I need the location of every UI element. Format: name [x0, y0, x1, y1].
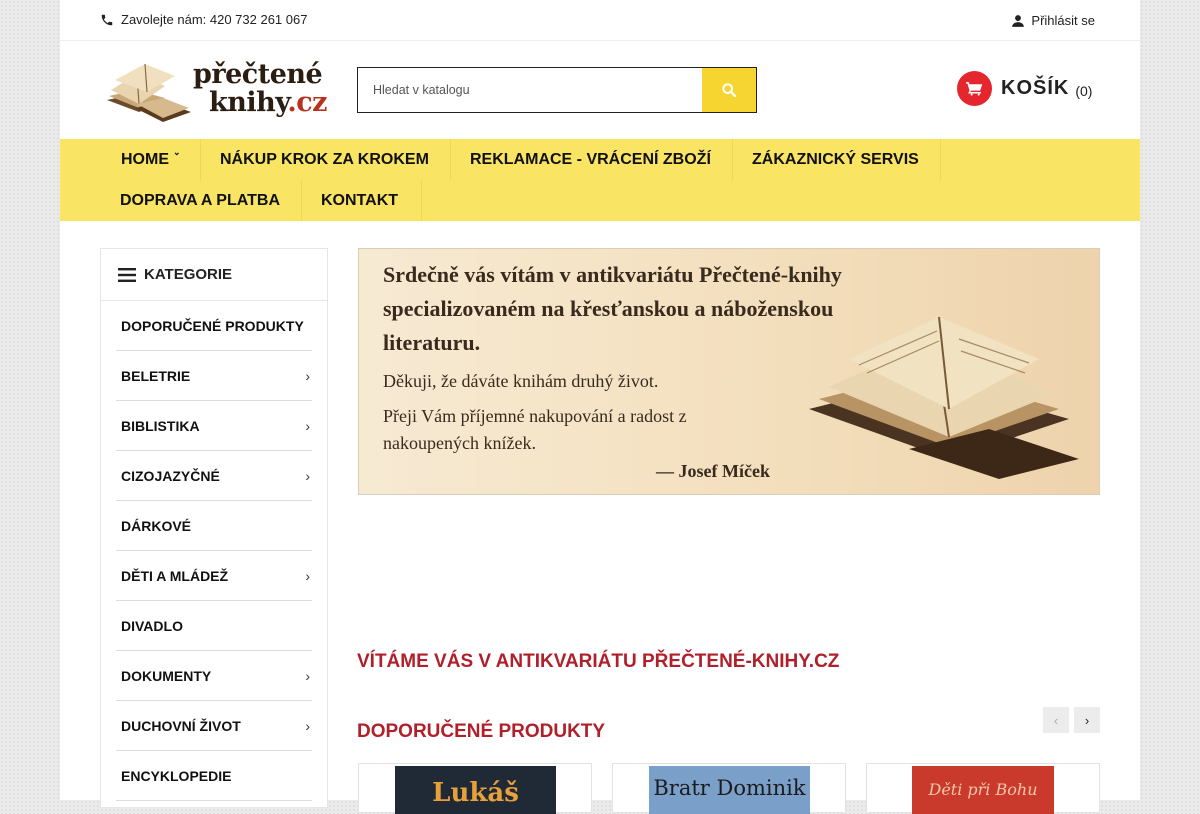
sidebar-category-label: BELETRIE — [121, 367, 191, 384]
chevron-right-icon: › — [305, 667, 310, 684]
menu-icon — [118, 267, 136, 282]
nav-label-home: HOME — [121, 151, 169, 168]
chevron-right-icon: › — [1084, 712, 1090, 728]
login-link[interactable]: Přihlásit se — [1011, 13, 1095, 28]
chevron-right-icon: › — [305, 467, 310, 484]
user-icon — [1012, 14, 1025, 27]
sidebar-category-label: DĚTI A MLÁDEŽ — [121, 567, 229, 584]
sidebar-category-item[interactable]: DĚTI A MLÁDEŽ › — [116, 551, 312, 601]
logo-word-2: knihy.cz — [209, 87, 328, 118]
recommended-heading: DOPORUČENÉ PRODUKTY — [357, 721, 606, 742]
nav-item-customer-service[interactable]: ZÁKAZNICKÝ SERVIS — [752, 139, 919, 180]
chevron-down-icon: ⌄ — [173, 147, 181, 157]
nav-item-contact[interactable]: KONTAKT — [321, 180, 398, 221]
welcome-heading: VÍTÁME VÁS V ANTIKVARIÁTU PŘEČTENÉ-KNIHY… — [357, 651, 840, 672]
welcome-banner[interactable]: Srdečně vás vítám v antikvariátu Přečten… — [358, 248, 1100, 495]
product-cover-title: Lukáš — [432, 778, 519, 808]
phone-label: Zavolejte nám: 420 732 261 067 — [121, 12, 308, 27]
nav-divider — [200, 139, 201, 180]
sidebar-category-item[interactable]: BIBLISTIKA › — [116, 401, 312, 451]
banner-line-5: Přeji Vám příjemné nakupování a radost z — [383, 406, 687, 426]
main-nav: HOME ⌄ NÁKUP KROK ZA KROKEM REKLAMACE - V… — [60, 139, 1140, 221]
sidebar-category-label: DOKUMENTY — [121, 667, 212, 684]
nav-divider — [421, 180, 422, 221]
cart-icon — [966, 82, 983, 96]
phone-contact[interactable]: Zavolejte nám: 420 732 261 067 — [100, 12, 307, 27]
banner-line-1: Srdečně vás vítám v antikvariátu Přečten… — [383, 262, 842, 287]
banner-line-2: specializovaném na křesťanskou a nábožen… — [383, 296, 834, 321]
cart-count: (0) — [1075, 82, 1093, 99]
chevron-right-icon: › — [305, 417, 310, 434]
product-card[interactable]: Děti při Bohu — [866, 763, 1100, 814]
search-icon — [722, 83, 737, 98]
login-label: Přihlásit se — [1031, 13, 1095, 28]
site-logo[interactable]: přečtené knihy.cz — [105, 56, 328, 126]
search-input[interactable] — [358, 68, 702, 112]
nav-divider — [732, 139, 733, 180]
banner-line-6: nakoupených knížek. — [383, 433, 536, 453]
nav-divider — [301, 180, 302, 221]
sidebar-category-label: DUCHOVNÍ ŽIVOT — [121, 717, 241, 734]
cart-button[interactable]: KOŠÍK (0) — [957, 71, 1092, 106]
sidebar-category-label: DIVADLO — [121, 617, 183, 634]
sidebar-category-label: CIZOJAZYČNÉ — [121, 467, 220, 484]
sidebar-category-item[interactable]: BELETRIE › — [116, 351, 312, 401]
sidebar-category-item[interactable]: CIZOJAZYČNÉ › — [116, 451, 312, 501]
banner-line-3: literaturu. — [383, 330, 481, 355]
chevron-right-icon: › — [305, 567, 310, 584]
category-sidebar: KATEGORIE DOPORUČENÉ PRODUKTY BELETRIE › BI… — [100, 248, 328, 808]
chevron-right-icon: › — [305, 367, 310, 384]
old-books-illustration — [809, 316, 1079, 479]
search-button[interactable] — [702, 68, 756, 112]
sidebar-category-item[interactable]: DÁRKOVÉ — [116, 501, 312, 551]
nav-item-home[interactable]: HOME ⌄ — [121, 139, 181, 180]
sidebar-category-item[interactable]: DOPORUČENÉ PRODUKTY — [116, 301, 312, 351]
books-logo-icon — [107, 63, 191, 122]
top-bar: Zavolejte nám: 420 732 261 067 Přihlásit… — [60, 0, 1140, 41]
nav-divider — [450, 139, 451, 180]
product-cover-title: Bratr Dominik — [653, 776, 806, 800]
banner-signature: — Josef Míček — [656, 461, 770, 481]
carousel-next-button[interactable]: › — [1074, 707, 1100, 733]
sidebar-category-item[interactable]: DOKUMENTY › — [116, 651, 312, 701]
category-title: KATEGORIE — [144, 266, 233, 283]
sidebar-category-label: ENCYKLOPEDIE — [121, 767, 232, 784]
product-cover: Lukáš — [395, 766, 556, 814]
product-cover: Děti při Bohu — [912, 766, 1054, 814]
category-list: DOPORUČENÉ PRODUKTY BELETRIE › BIBLISTIKA › C… — [101, 301, 327, 801]
product-card[interactable]: Bratr Dominik — [612, 763, 846, 814]
search-bar — [357, 67, 757, 113]
sidebar-category-label: DÁRKOVÉ — [121, 517, 192, 534]
logo-tld: .cz — [287, 87, 328, 118]
nav-item-returns[interactable]: REKLAMACE - VRÁCENÍ ZBOŽÍ — [470, 139, 711, 180]
cart-label: KOŠÍK — [1001, 77, 1070, 99]
sidebar-category-item[interactable]: DIVADLO — [116, 601, 312, 651]
chevron-left-icon: ‹ — [1053, 712, 1059, 728]
cart-icon-circle — [957, 71, 992, 106]
product-cover-title: Děti při Bohu — [928, 780, 1038, 799]
page: Zavolejte nám: 420 732 261 067 Přihlásit… — [60, 0, 1140, 814]
nav-item-purchase-steps[interactable]: NÁKUP KROK ZA KROKEM — [220, 139, 429, 180]
carousel-prev-button[interactable]: ‹ — [1043, 707, 1069, 733]
product-card[interactable]: Lukáš — [358, 763, 592, 814]
banner-line-4: Děkuji, že dáváte knihám druhý život. — [383, 371, 659, 391]
nav-divider — [940, 139, 941, 180]
sidebar-category-label: BIBLISTIKA — [121, 417, 200, 434]
logo-word-1: přečtené — [193, 59, 323, 90]
header: přečtené knihy.cz KOŠÍK (0) — [60, 41, 1140, 139]
category-header[interactable]: KATEGORIE — [101, 249, 327, 301]
phone-icon — [101, 14, 113, 25]
sidebar-category-item[interactable]: DUCHOVNÍ ŽIVOT › — [116, 701, 312, 751]
logo-word-knihy: knihy — [209, 87, 288, 118]
chevron-right-icon: › — [305, 717, 310, 734]
product-cover: Bratr Dominik — [649, 766, 810, 814]
nav-item-shipping-payment[interactable]: DOPRAVA A PLATBA — [120, 180, 280, 221]
sidebar-category-item[interactable]: ENCYKLOPEDIE — [116, 751, 312, 801]
sidebar-category-label: DOPORUČENÉ PRODUKTY — [121, 317, 304, 334]
